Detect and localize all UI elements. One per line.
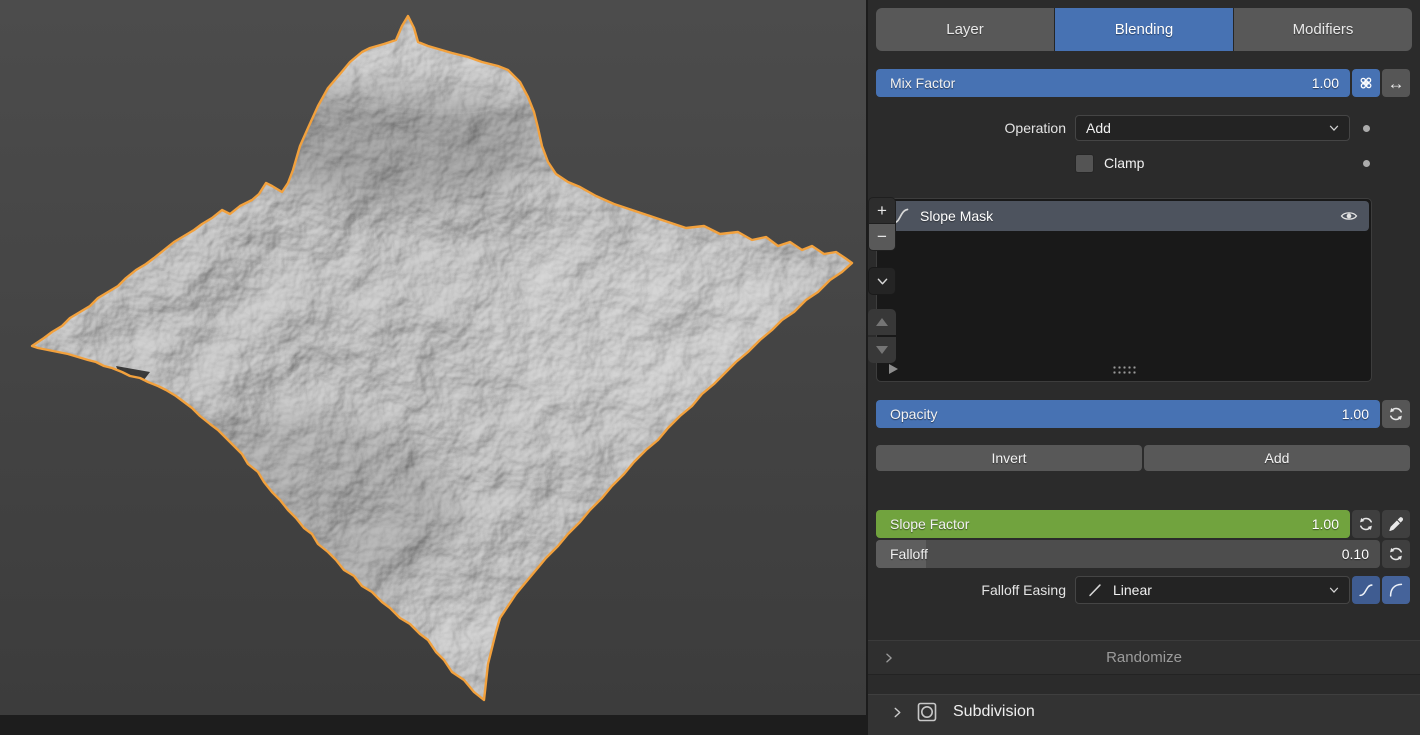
minus-icon: − (877, 227, 887, 247)
mask-list-item[interactable]: Slope Mask (879, 201, 1369, 231)
opacity-value: 1.00 (1342, 406, 1380, 422)
operation-dropdown[interactable]: Add (1075, 115, 1350, 141)
list-move-down-button[interactable] (868, 337, 896, 363)
falloff-label: Falloff (876, 546, 928, 562)
linear-curve-icon (1086, 581, 1104, 599)
clamp-decorator-dot[interactable] (1363, 160, 1370, 167)
clamp-checkbox[interactable] (1075, 154, 1094, 173)
slope-cycle-button[interactable] (1352, 510, 1380, 538)
refresh-arrows-icon (1387, 545, 1405, 563)
operation-decorator-dot[interactable] (1363, 125, 1370, 132)
tab-blending[interactable]: Blending (1054, 8, 1233, 51)
slope-factor-row: Slope Factor 1.00 (876, 510, 1410, 538)
eye-icon[interactable] (1339, 206, 1359, 226)
list-remove-button[interactable]: − (868, 224, 896, 251)
mix-factor-label: Mix Factor (876, 75, 955, 91)
tab-strip: Layer Blending Modifiers (876, 8, 1412, 51)
list-move-up-button[interactable] (868, 309, 896, 335)
clamp-row: Clamp (876, 150, 1410, 176)
operation-row: Operation Add (876, 115, 1410, 141)
ease-out-button[interactable] (1382, 576, 1410, 604)
extrapolation-button[interactable]: ↔ (1382, 69, 1410, 97)
mix-factor-slider[interactable]: Mix Factor 1.00 (876, 69, 1350, 97)
falloff-slider[interactable]: Falloff 0.10 (876, 540, 1380, 568)
viewport-canvas (0, 0, 866, 715)
subdivision-modifier-icon (915, 700, 939, 724)
subdivision-title: Subdivision (953, 703, 1035, 721)
falloff-easing-label: Falloff Easing (876, 576, 1075, 604)
left-right-arrow-icon: ↔ (1388, 75, 1405, 92)
chevron-down-icon (875, 274, 890, 289)
clamp-label: Clamp (1104, 155, 1144, 171)
slope-factor-label: Slope Factor (876, 516, 969, 532)
s-curve-icon (1357, 581, 1375, 599)
tab-modifiers[interactable]: Modifiers (1233, 8, 1412, 51)
tab-layer[interactable]: Layer (876, 8, 1054, 51)
s-curve-icon (1387, 581, 1405, 599)
opacity-slider[interactable]: Opacity 1.00 (876, 400, 1380, 428)
mix-factor-row: Mix Factor 1.00 ↔ (876, 69, 1410, 97)
ease-in-button[interactable] (1352, 576, 1380, 604)
viewport-3d[interactable] (0, 0, 866, 715)
randomize-title: Randomize (868, 649, 1420, 666)
triangle-up-icon (876, 318, 888, 326)
falloff-row: Falloff 0.10 (876, 540, 1410, 568)
mix-factor-value: 1.00 (1312, 75, 1350, 91)
falloff-easing-dropdown[interactable]: Linear (1075, 576, 1350, 604)
plus-icon: + (877, 201, 887, 221)
invert-add-row: Invert Add (876, 445, 1410, 471)
list-footer (877, 362, 1371, 376)
list-add-button[interactable]: + (868, 197, 896, 224)
randomize-panel-header[interactable]: Randomize (868, 640, 1420, 675)
operation-value: Add (1086, 120, 1327, 136)
slope-factor-value: 1.00 (1312, 516, 1350, 532)
refresh-arrows-icon (1387, 405, 1405, 423)
falloff-easing-row: Falloff Easing Linear (876, 576, 1410, 604)
properties-panel: Layer Blending Modifiers Mix Factor 1.00 (866, 0, 1420, 715)
animate-pinwheel-icon (1356, 73, 1376, 93)
chevron-down-icon (1327, 121, 1341, 135)
refresh-arrows-icon (1357, 515, 1375, 533)
falloff-cycle-button[interactable] (1382, 540, 1410, 568)
list-specials-button[interactable] (868, 267, 896, 295)
triangle-down-icon (876, 346, 888, 354)
filter-triangle-icon[interactable] (889, 364, 898, 374)
eyedropper-button[interactable] (1382, 510, 1410, 538)
falloff-easing-value: Linear (1113, 582, 1327, 598)
falloff-value: 0.10 (1342, 546, 1380, 562)
operation-label: Operation (876, 115, 1075, 141)
grip-dots-icon[interactable] (1112, 365, 1136, 374)
animate-decorator-button[interactable] (1352, 69, 1380, 97)
chevron-right-icon (890, 705, 905, 720)
opacity-cycle-button[interactable] (1382, 400, 1410, 428)
opacity-label: Opacity (876, 406, 937, 422)
slope-factor-slider[interactable]: Slope Factor 1.00 (876, 510, 1350, 538)
chevron-down-icon (1327, 583, 1341, 597)
mask-list: Slope Mask (876, 198, 1372, 382)
add-button[interactable]: Add (1144, 445, 1410, 471)
eyedropper-icon (1387, 515, 1405, 533)
mask-name: Slope Mask (920, 208, 993, 224)
invert-button[interactable]: Invert (876, 445, 1142, 471)
blender-window: Layer Blending Modifiers Mix Factor 1.00 (0, 0, 1420, 715)
opacity-row: Opacity 1.00 (876, 400, 1410, 428)
